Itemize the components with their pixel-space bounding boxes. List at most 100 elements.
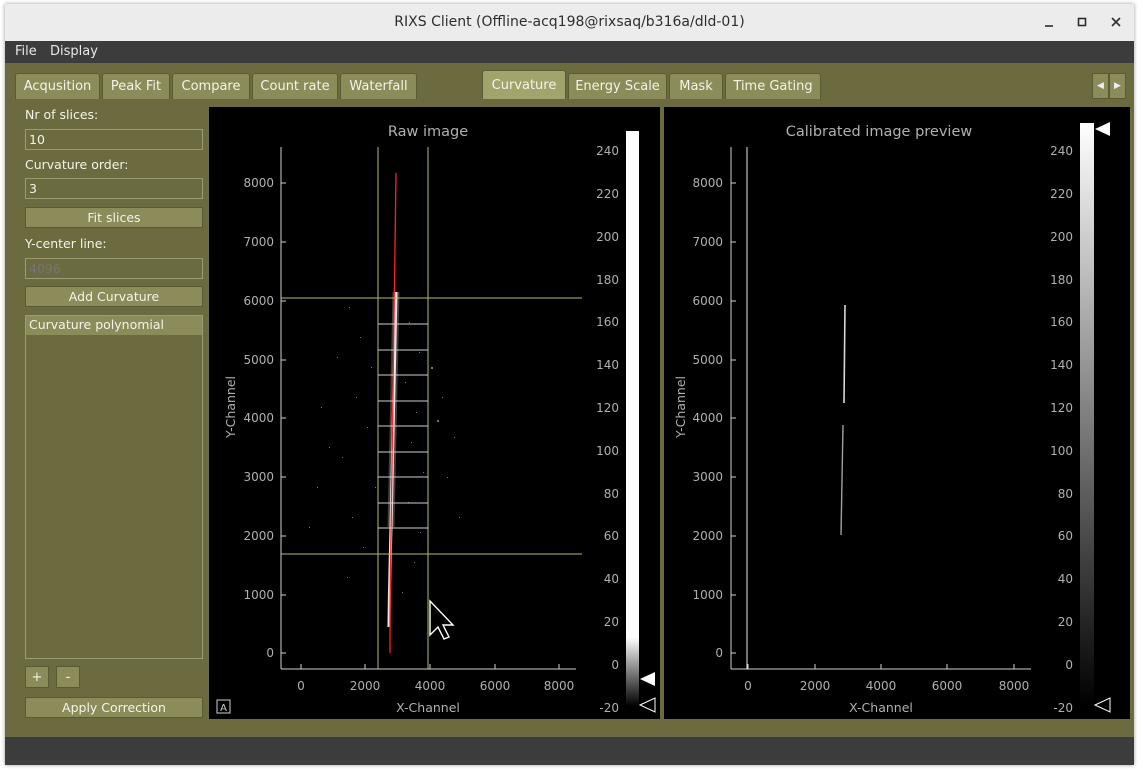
calib-cbar-tick: 160 [1050,315,1073,329]
calib-x-label: X-Channel [849,700,913,715]
y-center-line-label: Y-center line: [25,236,107,251]
curvature-order-input[interactable] [25,178,203,199]
tab-acquisition[interactable]: Acqusition [15,73,100,99]
fit-slices-button[interactable]: Fit slices [25,207,203,228]
remove-row-button[interactable]: - [56,666,80,688]
tab-peak-fit[interactable]: Peak Fit [102,73,170,99]
raw-y-label: Y-Channel [223,376,238,439]
raw-ytick: 3000 [243,470,274,484]
calib-cbar-tick: 100 [1050,444,1073,458]
calib-xtick: 2000 [800,679,831,693]
curvature-list[interactable]: Curvature polynomial [25,315,203,659]
tab-waterfall[interactable]: Waterfall [340,73,417,99]
raw-image-plot[interactable]: Raw image 0 1000 2000 3000 4000 5000 600… [209,107,660,719]
raw-xtick: 6000 [480,679,511,693]
raw-cbar-min-handle-icon[interactable] [638,697,656,713]
calib-cbar-tick: 80 [1058,487,1073,501]
calib-ytick: 8000 [692,176,723,190]
calib-ytick: 1000 [692,588,723,602]
calib-xtick: 6000 [932,679,963,693]
mouse-cursor-icon [429,599,455,640]
raw-ytick: 7000 [243,235,274,249]
tab-curvature[interactable]: Curvature [482,70,566,99]
menu-file[interactable]: File [15,44,37,59]
raw-cbar-tick: 60 [604,529,619,543]
calibrated-image-canvas[interactable]: Calibrated image preview 0 1000 2000 300… [664,107,1130,719]
tab-scroll-right-icon[interactable]: ▶ [1109,73,1126,99]
nr-slices-input[interactable] [25,129,203,150]
raw-ytick: 1000 [243,588,274,602]
calib-xtick: 4000 [866,679,897,693]
tab-time-gating[interactable]: Time Gating [725,73,821,99]
close-icon[interactable] [1104,10,1128,34]
nr-slices-label: Nr of slices: [25,107,99,122]
raw-xtick: 8000 [544,679,575,693]
autoscale-label: A [220,703,227,714]
raw-xtick: 0 [297,679,305,693]
raw-image-canvas[interactable]: Raw image 0 1000 2000 3000 4000 5000 600… [209,107,660,719]
raw-colorbar[interactable] [626,131,639,706]
raw-cbar-tick: 220 [596,187,619,201]
raw-ytick: 6000 [243,294,274,308]
calib-cbar-tick: 60 [1058,529,1073,543]
calib-spectral-line-upper [843,304,846,404]
calib-ytick: 6000 [692,294,723,308]
raw-x-label: X-Channel [396,700,460,715]
tab-compare[interactable]: Compare [172,73,250,99]
status-bar [5,737,1134,765]
raw-cbar-tick: 120 [596,401,619,415]
raw-ytick: 0 [266,646,274,660]
calib-cbar-min-handle-icon[interactable] [1093,697,1111,713]
curvature-order-label: Curvature order: [25,157,129,172]
raw-cbar-max-handle-icon[interactable] [640,672,655,686]
maximize-icon[interactable] [1070,10,1094,34]
calib-cbar-tick: 120 [1050,401,1073,415]
add-row-button[interactable]: + [25,666,49,688]
calib-cbar-tick: 180 [1050,273,1073,287]
main-window: RIXS Client (Offline-acq198@rixsaq/b316a… [5,4,1134,765]
add-curvature-button[interactable]: Add Curvature [25,286,203,307]
calib-ytick: 4000 [692,411,723,425]
curvature-polynomial-header: Curvature polynomial [26,316,202,335]
calib-ytick: 0 [715,646,723,660]
raw-cbar-tick: 100 [596,444,619,458]
raw-cbar-tick: 20 [604,615,619,629]
calib-cbar-tick: 20 [1058,615,1073,629]
raw-xtick: 2000 [350,679,381,693]
tab-scroll-left-icon[interactable]: ◀ [1092,73,1109,99]
calib-ytick: 3000 [692,470,723,484]
menu-bar: File Display [5,41,1134,63]
title-bar: RIXS Client (Offline-acq198@rixsaq/b316a… [5,4,1134,42]
calib-cbar-tick: 200 [1050,230,1073,244]
calib-cbar-tick: 220 [1050,187,1073,201]
raw-ytick: 4000 [243,411,274,425]
minimize-icon[interactable] [1037,10,1061,34]
calib-cbar-max-handle-icon[interactable] [1095,122,1110,136]
calib-cbar-tick: 0 [1065,658,1073,672]
calib-cbar-tick: -20 [1053,701,1073,715]
calib-cbar-tick: 140 [1050,358,1073,372]
raw-xtick: 4000 [415,679,446,693]
raw-cbar-tick: -20 [599,701,619,715]
apply-correction-button[interactable]: Apply Correction [25,697,203,718]
calib-ytick: 2000 [692,529,723,543]
raw-cbar-tick: 40 [604,572,619,586]
calib-plot-title: Calibrated image preview [786,124,973,140]
calib-xtick: 0 [744,679,752,693]
raw-ytick: 8000 [243,176,274,190]
raw-ytick: 2000 [243,529,274,543]
calib-cbar-tick: 40 [1058,572,1073,586]
calib-ytick: 7000 [692,235,723,249]
raw-plot-title: Raw image [388,124,468,140]
calibrated-image-plot[interactable]: Calibrated image preview 0 1000 2000 300… [664,107,1130,719]
menu-display[interactable]: Display [50,44,98,59]
tab-mask[interactable]: Mask [669,73,723,99]
window-title: RIXS Client (Offline-acq198@rixsaq/b316a… [394,14,745,30]
tab-energy-scale[interactable]: Energy Scale [568,73,667,99]
calib-xtick: 8000 [999,679,1030,693]
raw-cbar-tick: 180 [596,273,619,287]
raw-cbar-tick: 140 [596,358,619,372]
tab-count-rate[interactable]: Count rate [252,73,338,99]
calib-colorbar[interactable] [1080,123,1094,706]
raw-ytick: 5000 [243,353,274,367]
